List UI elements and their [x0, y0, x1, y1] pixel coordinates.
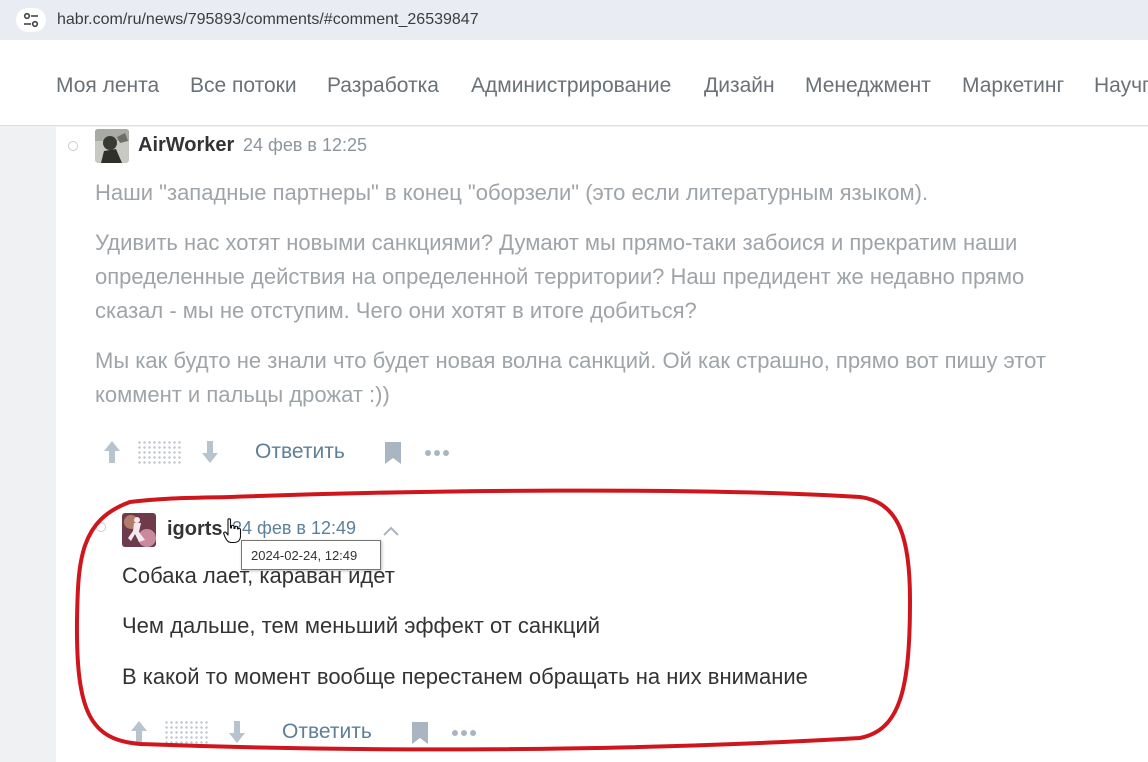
comment-author[interactable]: AirWorker — [138, 134, 234, 157]
thread-dot — [68, 141, 78, 151]
address-bar[interactable]: habr.com/ru/news/795893/comments/#commen… — [0, 0, 1148, 40]
comment-text: определенные действия на определенной те… — [95, 264, 1025, 289]
nav-item-science[interactable]: Научп — [1094, 74, 1148, 98]
comment-text: Мы как будто не знали что будет новая во… — [95, 348, 1046, 373]
comment-text: сказал - мы не отступим. Чего они хотят … — [95, 298, 697, 323]
reply-button[interactable]: Ответить — [255, 440, 345, 464]
bookmark-icon[interactable] — [411, 721, 429, 745]
reply-button[interactable]: Ответить — [282, 720, 372, 744]
rating-score — [164, 720, 210, 744]
avatar[interactable] — [122, 513, 156, 547]
downvote-icon[interactable] — [200, 439, 220, 465]
comment-author[interactable]: igorts — [167, 518, 223, 541]
comment-time[interactable]: 24 фев в 12:49 — [232, 518, 356, 539]
rating-score — [137, 440, 183, 464]
comment-text: Удивить нас хотят новыми санкциями? Дума… — [95, 230, 1018, 255]
nav-item-development[interactable]: Разработка — [327, 74, 439, 98]
main-nav: Моя лента Все потоки Разработка Админист… — [0, 40, 1148, 126]
comment-text: В какой то момент вообще перестанем обра… — [122, 664, 808, 689]
more-icon[interactable] — [451, 728, 479, 738]
nav-item-design[interactable]: Дизайн — [704, 74, 775, 98]
avatar[interactable] — [95, 129, 129, 163]
url-text[interactable]: habr.com/ru/news/795893/comments/#commen… — [57, 11, 479, 29]
time-tooltip: 2024-02-24, 12:49 — [241, 540, 381, 570]
nav-item-all-flows[interactable]: Все потоки — [190, 74, 297, 98]
chevron-up-icon[interactable] — [382, 524, 400, 536]
nav-item-management[interactable]: Менеджмент — [805, 74, 931, 98]
comment-text: Чем дальше, тем меньший эффект от санкци… — [122, 613, 601, 638]
upvote-icon[interactable] — [102, 439, 122, 465]
bookmark-icon[interactable] — [384, 441, 402, 465]
comment-time[interactable]: 24 фев в 12:25 — [243, 135, 367, 156]
nav-item-my-feed[interactable]: Моя лента — [56, 74, 159, 98]
comment-text: коммент и пальцы дрожат :)) — [95, 382, 390, 407]
nav-item-marketing[interactable]: Маркетинг — [962, 74, 1064, 98]
tune-icon[interactable] — [16, 8, 46, 32]
nav-item-administration[interactable]: Администрирование — [471, 74, 671, 98]
downvote-icon[interactable] — [227, 719, 247, 745]
more-icon[interactable] — [424, 448, 452, 458]
upvote-icon[interactable] — [129, 719, 149, 745]
comment-text: Наши "западные партнеры" в конец "оборзе… — [95, 180, 929, 205]
thread-dot — [96, 522, 106, 532]
